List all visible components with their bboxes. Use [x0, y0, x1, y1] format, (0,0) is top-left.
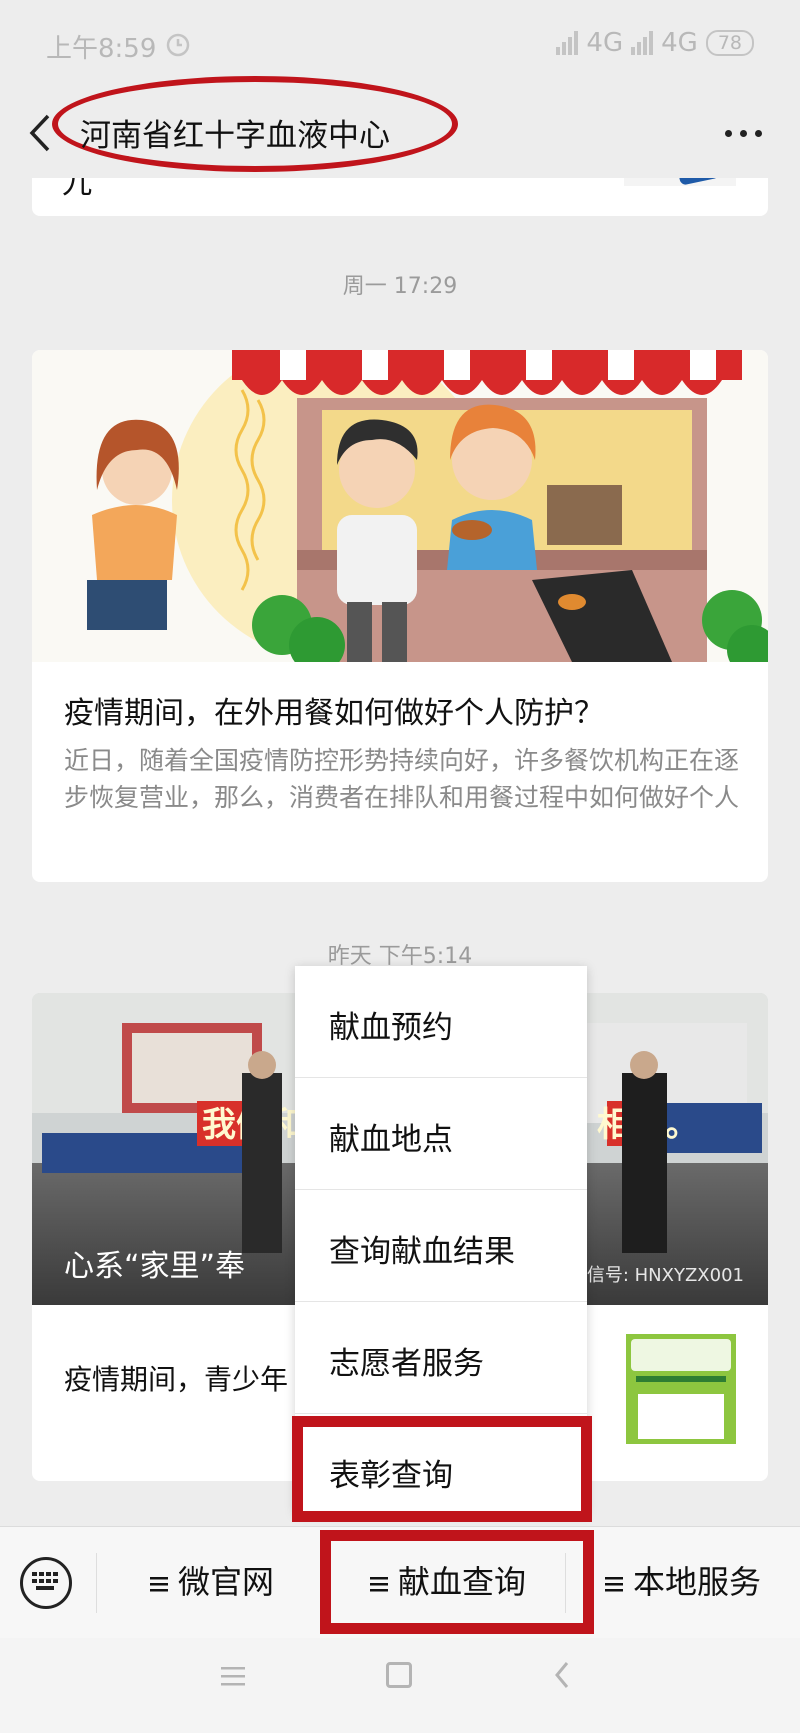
battery-indicator: 78 — [705, 30, 754, 56]
more-options-icon[interactable] — [725, 130, 762, 137]
divider — [96, 1553, 97, 1613]
previous-article-fragment: 九 — [62, 178, 92, 201]
signal-icon — [556, 31, 579, 55]
tab-local-service[interactable]: 本地服务 — [605, 1557, 761, 1603]
article-title: 疫情期间，在外用餐如何做好个人防护？ — [64, 696, 604, 731]
sub-article-title: 疫情期间，青少年 — [64, 1363, 289, 1396]
previous-article-card[interactable]: 九 — [32, 178, 768, 216]
signal-icon — [631, 31, 654, 55]
tab-micro-site[interactable]: 微官网 — [150, 1557, 274, 1603]
menu-item-volunteer-service[interactable]: 志愿者服务 — [295, 1302, 587, 1414]
status-indicators: 4G 4G 78 — [556, 28, 754, 58]
menu-item-donation-location[interactable]: 献血地点 — [295, 1078, 587, 1190]
network-type-1: 4G — [586, 28, 624, 58]
network-type-2: 4G — [661, 28, 698, 58]
status-time: 上午8:59 — [46, 34, 157, 64]
menu-item-donation-result[interactable]: 查询献血结果 — [295, 1190, 587, 1302]
watermark: 微信号: HNXYZX001 — [568, 1265, 744, 1286]
menu-lines-icon — [150, 1577, 168, 1592]
system-nav-bar — [0, 1638, 800, 1733]
keyboard-toggle-icon[interactable] — [20, 1557, 72, 1609]
message-timestamp: 周一 17:29 — [342, 274, 458, 299]
donation-query-highlight — [320, 1530, 594, 1634]
menu-item-donation-appointment[interactable]: 献血预约 — [295, 966, 587, 1078]
recent-apps-icon[interactable] — [221, 1666, 245, 1688]
sub-article-thumbnail — [626, 1334, 736, 1444]
home-icon[interactable] — [386, 1662, 412, 1688]
previous-article-thumbnail — [624, 178, 736, 186]
article-title: 心系“家里”奉 — [64, 1249, 246, 1284]
back-arrow-icon[interactable] — [26, 110, 56, 156]
status-bar: 上午8:59 4G 4G 78 — [0, 0, 800, 92]
article-cover-illustration — [32, 350, 768, 662]
page-title: 河南省红十字血液中心 — [80, 118, 390, 154]
article-description: 近日，随着全国疫情防控形势持续向好，许多餐饮机构正在逐步恢复营业，那么，消费者在… — [64, 746, 740, 812]
back-nav-icon[interactable] — [553, 1660, 571, 1690]
title-bar: 河南省红十字血液中心 — [0, 76, 800, 178]
article-card[interactable]: 疫情期间，在外用餐如何做好个人防护？ 近日，随着全国疫情防控形势持续向好，许多餐… — [32, 350, 768, 882]
menu-lines-icon — [605, 1577, 623, 1592]
alarm-icon — [166, 33, 190, 57]
honor-query-highlight — [292, 1416, 592, 1522]
